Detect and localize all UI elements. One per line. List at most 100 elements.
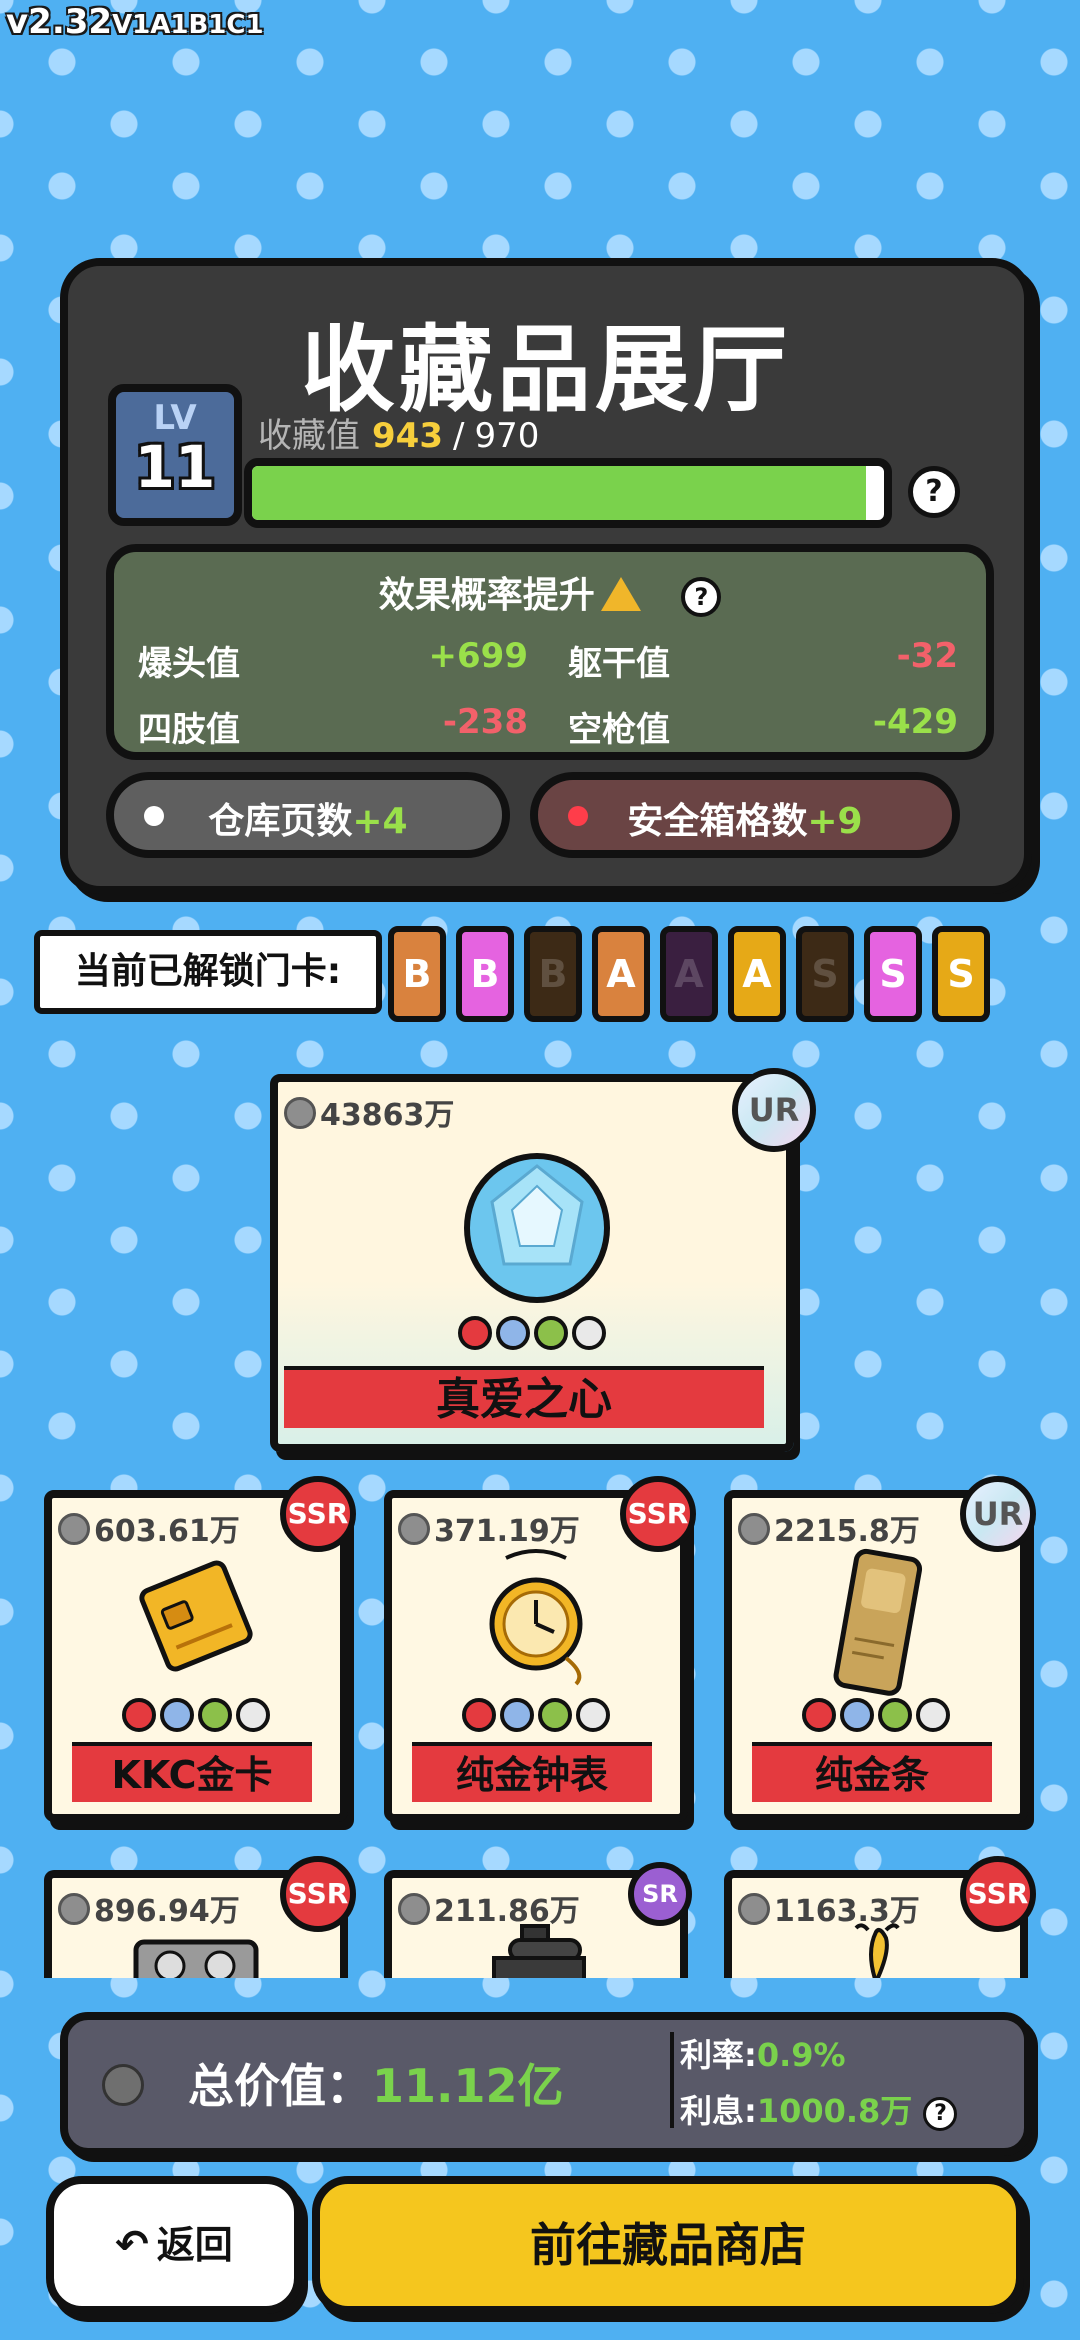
slot-triangle-icon — [198, 1698, 232, 1732]
slot-pentagon-icon — [458, 1316, 492, 1350]
slot-diamond-icon — [496, 1316, 530, 1350]
keycard-a: A — [728, 926, 786, 1022]
featured-item-name: 真爱之心 — [284, 1366, 764, 1428]
total-value-panel: 总价值：11.12亿 利率:0.9% 利息:1000.8万 ? — [60, 2012, 1032, 2156]
collection-hall-panel: 收藏品展厅 LV 11 收藏值 943/970 ? 效果概率提升 ? 爆头值 +6… — [60, 258, 1032, 894]
coin-icon — [284, 1097, 316, 1129]
slot-pentagon-icon — [122, 1698, 156, 1732]
item-price-text: 371.19万 — [434, 1514, 580, 1549]
divider — [670, 2032, 674, 2128]
diamond-heart-icon — [464, 1153, 610, 1303]
slot-circle-icon — [916, 1698, 950, 1732]
collection-max: 970 — [474, 416, 540, 456]
item-price: 2215.8万 — [738, 1506, 920, 1550]
slot-triangle-icon — [878, 1698, 912, 1732]
featured-price-text: 43863万 — [320, 1098, 455, 1133]
collection-help-icon[interactable]: ? — [908, 466, 960, 518]
collection-current: 943 — [372, 416, 443, 456]
keycard-s: S — [932, 926, 990, 1022]
featured-item-card[interactable]: 43863万 真爱之心 UR — [270, 1068, 816, 1452]
version-sub: V1A1B1C1 — [112, 10, 264, 40]
item-price: 603.61万 — [58, 1506, 240, 1550]
interest-rate: 利率:0.9% — [680, 2030, 846, 2076]
coin-icon — [738, 1893, 770, 1925]
interest-help-icon[interactable]: ? — [923, 2097, 958, 2131]
item-5-icon — [466, 1922, 606, 1978]
item-4-icon — [126, 1922, 266, 1978]
shop-button-label: 前往藏品商店 — [530, 2218, 806, 2272]
item-name: 纯金条 — [752, 1742, 992, 1802]
level-number: 11 — [134, 433, 216, 501]
coin-icon — [58, 1513, 90, 1545]
level-badge: LV 11 — [108, 384, 242, 526]
item-name: KKC金卡 — [72, 1742, 312, 1802]
stat-name-limbs: 四肢值 — [138, 710, 240, 750]
slot-pentagon-icon — [802, 1698, 836, 1732]
coin-icon — [398, 1893, 430, 1925]
slot-diamond-icon — [500, 1698, 534, 1732]
effect-title-text: 效果概率提升 — [378, 575, 595, 616]
item-price-text: 2215.8万 — [774, 1514, 920, 1549]
interest-label: 利息: — [680, 2092, 757, 2130]
level-label: LV — [153, 398, 197, 438]
keycard-s: S — [796, 926, 854, 1022]
back-button[interactable]: ↶ 返回 — [46, 2176, 302, 2314]
stat-name-torso: 躯干值 — [568, 644, 670, 684]
safebox-bonus-pill: 安全箱格数+9 — [530, 772, 960, 858]
coin-icon — [102, 2064, 144, 2106]
item-card-kkc-gold-card[interactable]: 603.61万 KKC金卡 SSR — [44, 1476, 356, 1822]
gold-bar-icon — [806, 1546, 946, 1696]
slot-circle-icon — [236, 1698, 270, 1732]
keycard-b: B — [388, 926, 446, 1022]
keycard-a: A — [592, 926, 650, 1022]
warning-triangle-icon — [600, 577, 641, 611]
back-arrow-icon: ↶ — [115, 2222, 149, 2268]
collection-label: 收藏值 — [258, 416, 360, 456]
featured-slots — [278, 1316, 786, 1350]
kkc-gold-card-icon — [126, 1546, 266, 1696]
rarity-badge-ssr: SSR — [280, 1476, 356, 1552]
item-6-icon — [806, 1922, 946, 1978]
item-slots — [52, 1698, 340, 1732]
slot-circle-icon — [576, 1698, 610, 1732]
item-card-item-4[interactable]: 896.94万 SSR — [44, 1856, 356, 1978]
version-label: v2.32V1A1B1C1 — [6, 2, 264, 42]
total-amount: 11.12亿 — [372, 2059, 564, 2113]
slot-triangle-icon — [538, 1698, 572, 1732]
unlocked-keycards-label: 当前已解锁门卡: — [34, 930, 382, 1014]
slot-diamond-icon — [840, 1698, 874, 1732]
featured-item-price: 43863万 — [284, 1090, 454, 1134]
coin-icon — [738, 1513, 770, 1545]
item-card-gold-bar[interactable]: 2215.8万纯金条 UR — [724, 1476, 1036, 1822]
item-price: 371.19万 — [398, 1506, 580, 1550]
coin-icon — [398, 1513, 430, 1545]
stat-value-limbs: -238 — [442, 702, 528, 742]
item-slots — [392, 1698, 680, 1732]
grid-cutoff — [0, 1988, 1080, 2012]
effect-panel: 效果概率提升 ? 爆头值 +699 躯干值 -32 四肢值 -238 空枪值 -… — [106, 544, 994, 760]
stat-value-torso: -32 — [896, 636, 958, 676]
safebox-label: 安全箱格数 — [627, 801, 808, 842]
rarity-badge-ur: UR — [732, 1068, 816, 1152]
item-card-gold-pocket-watch[interactable]: 371.19万纯金钟表 SSR — [384, 1476, 696, 1822]
rarity-badge-ssr: SSR — [620, 1476, 696, 1552]
stat-value-miss: -429 — [872, 702, 958, 742]
interest-value: 1000.8万 — [756, 2092, 913, 2130]
item-name: 纯金钟表 — [412, 1742, 652, 1802]
keycard-b: B — [524, 926, 582, 1022]
interest-amount: 利息:1000.8万 ? — [680, 2086, 958, 2132]
stat-name-headshot: 爆头值 — [138, 644, 240, 684]
rarity-badge-ur: UR — [960, 1476, 1036, 1552]
slot-circle-icon — [572, 1316, 606, 1350]
warehouse-label: 仓库页数 — [208, 801, 353, 842]
effect-help-icon[interactable]: ? — [681, 577, 722, 617]
go-to-shop-button[interactable]: 前往藏品商店 — [312, 2176, 1024, 2314]
item-card-item-5[interactable]: 211.86万 SR — [384, 1862, 692, 1978]
rate-value: 0.9% — [756, 2036, 846, 2074]
keycard-b: B — [456, 926, 514, 1022]
stat-value-headshot: +699 — [428, 636, 528, 676]
back-button-label: 返回 — [156, 2223, 233, 2267]
collection-value-line: 收藏值 943/970 — [258, 408, 539, 457]
gold-pocket-watch-icon — [466, 1546, 606, 1696]
item-card-item-6[interactable]: 1163.3万 SSR — [724, 1856, 1036, 1978]
